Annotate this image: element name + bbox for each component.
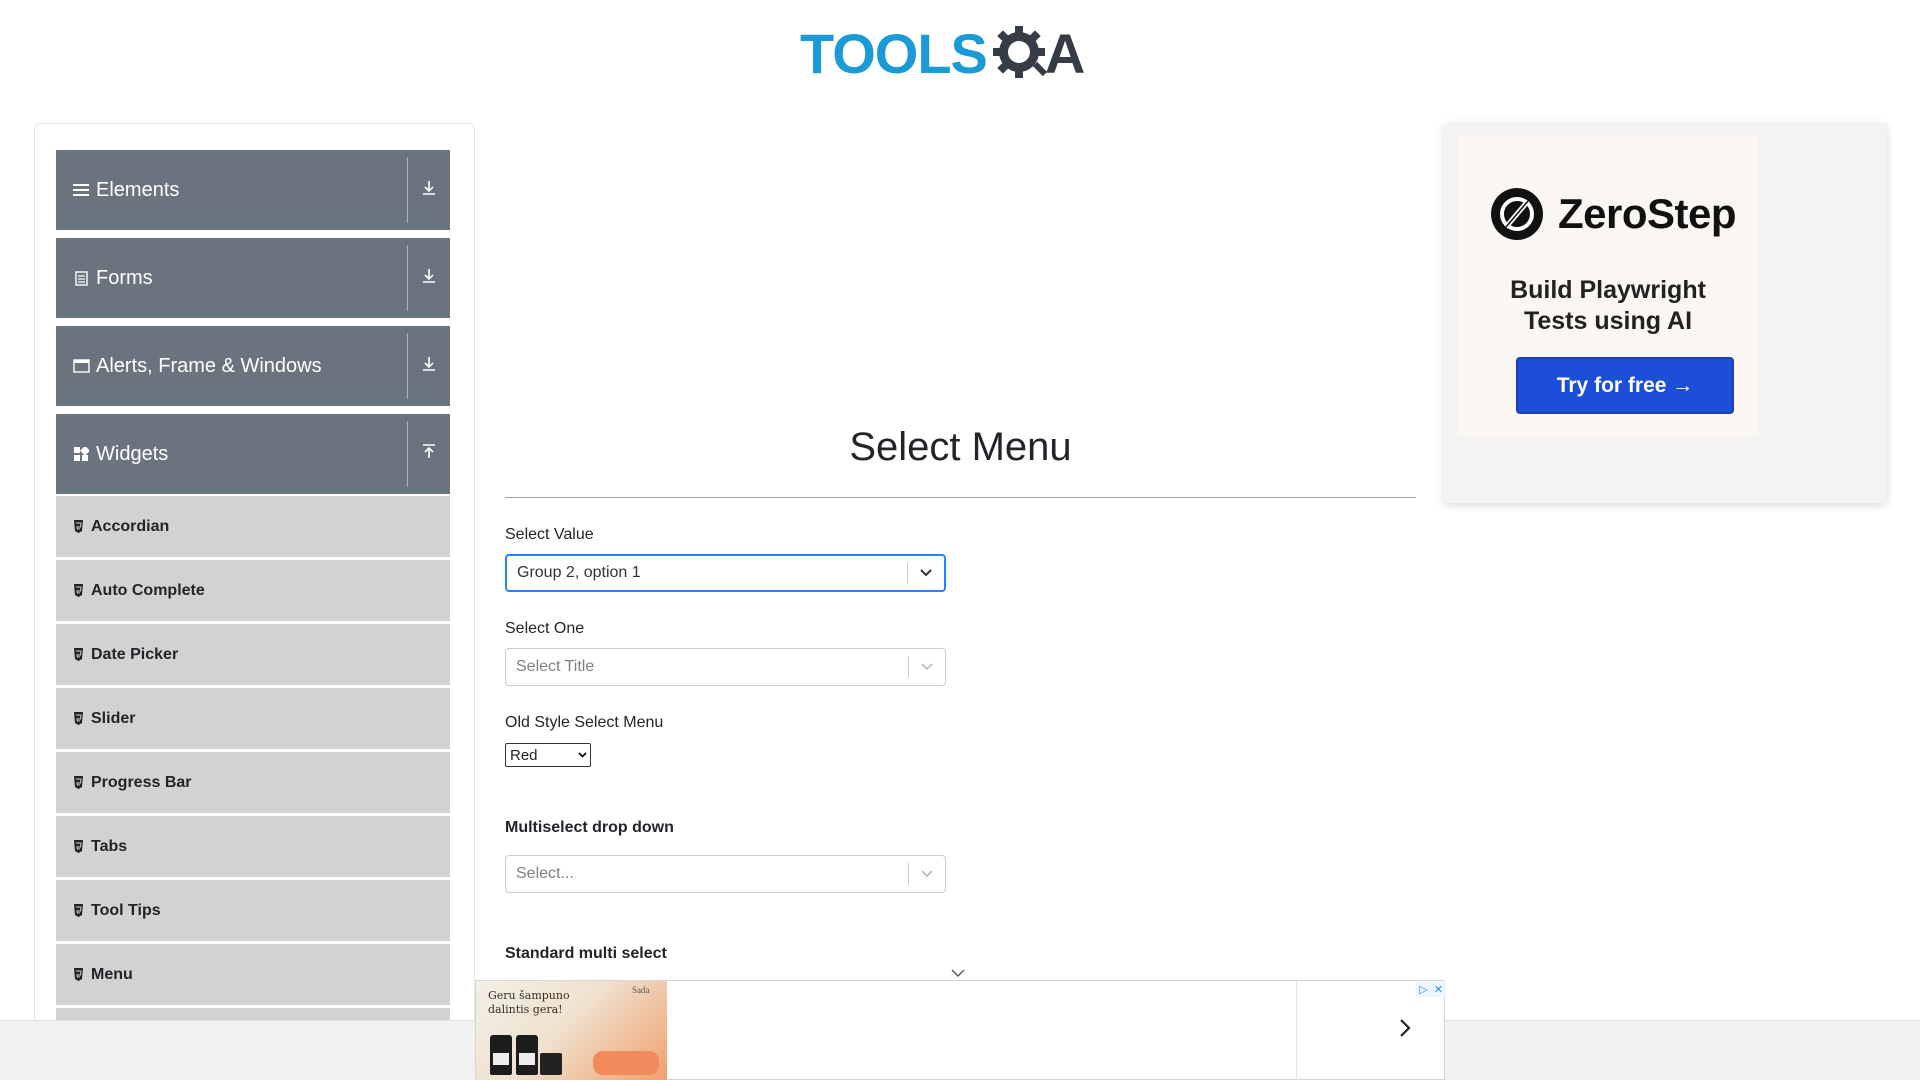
list-icon <box>72 181 90 199</box>
ad-card: ZeroStep Build Playwright Tests using AI… <box>1458 137 1758 437</box>
logo-text-a: A <box>1044 22 1086 85</box>
bottom-ad[interactable]: Geru šampuno dalintis gera! Sada ▷ ✕ <box>475 980 1446 1080</box>
html5-icon <box>72 712 84 726</box>
sidebar-item-label: Slider <box>91 709 136 727</box>
download-arrow-icon[interactable] <box>408 180 450 201</box>
chevron-right-icon[interactable] <box>1398 1017 1412 1043</box>
window-icon <box>72 357 90 375</box>
ad-brand: Sada <box>632 985 650 995</box>
sidebar-item-slider[interactable]: Slider <box>56 688 450 749</box>
download-arrow-icon[interactable] <box>408 356 450 377</box>
tagline-line-2: Tests using AI <box>1523 307 1693 335</box>
close-icon[interactable]: ✕ <box>1431 981 1446 997</box>
ad-badge <box>593 1051 659 1075</box>
old-style-select-value: Red <box>510 746 538 764</box>
toolsqa-logo[interactable]: TOOLS A <box>800 14 1125 94</box>
adchoices-controls[interactable]: ▷ ✕ <box>1416 981 1446 997</box>
select-value-current: Group 2, option 1 <box>517 564 641 581</box>
sidebar-group-label: Widgets <box>96 442 169 465</box>
sidebar-group-alerts-frame-windows[interactable]: Alerts, Frame & Windows <box>56 326 450 406</box>
zerostep-name: ZeroStep <box>1558 190 1737 237</box>
sidebar-item-label: Progress Bar <box>91 773 192 791</box>
sidebar-group-forms[interactable]: Forms <box>56 238 450 318</box>
try-for-free-button[interactable]: Try for free → <box>1516 357 1734 414</box>
chevron-down-icon <box>574 752 590 758</box>
sidebar-item-menu[interactable]: Menu <box>56 944 450 1005</box>
title-divider <box>505 497 1416 498</box>
multiselect-placeholder: Select... <box>516 865 574 882</box>
divider <box>1296 981 1297 1080</box>
html5-icon <box>72 968 84 982</box>
select-one-label: Select One <box>505 620 585 637</box>
sidebar-group-label: Forms <box>96 266 153 289</box>
sidebar-item-tool-tips[interactable]: Tool Tips <box>56 880 450 941</box>
adchoices-icon[interactable]: ▷ <box>1416 981 1431 997</box>
multiselect-dropdown[interactable]: Select... <box>505 855 946 893</box>
sidebar-item-auto-complete[interactable]: Auto Complete <box>56 560 450 621</box>
ad-image[interactable]: Geru šampuno dalintis gera! Sada <box>476 981 667 1080</box>
logo-text-tools: TOOLS <box>800 22 988 85</box>
page-title: Select Menu <box>849 425 1072 469</box>
gear-magnifier-icon <box>992 26 1047 78</box>
product-bottle <box>516 1035 538 1075</box>
html5-icon <box>72 904 84 918</box>
chevron-down-icon[interactable] <box>909 663 945 671</box>
select-one-placeholder: Select Title <box>516 658 595 675</box>
product-jar <box>540 1053 562 1075</box>
chevron-down-icon[interactable] <box>909 870 945 878</box>
sidebar-group-widgets[interactable]: Widgets <box>56 414 450 494</box>
select-one-dropdown[interactable]: Select Title <box>505 648 946 686</box>
sidebar-item-date-picker[interactable]: Date Picker <box>56 624 450 685</box>
html5-icon <box>72 648 84 662</box>
download-arrow-icon[interactable] <box>408 268 450 289</box>
old-style-select[interactable]: Red <box>505 743 591 767</box>
sidebar-item-label: Auto Complete <box>91 581 205 599</box>
sidebar-item-label: Menu <box>91 965 133 983</box>
sidebar-item-label: Tabs <box>91 837 128 855</box>
standard-multi-select-label: Standard multi select <box>505 945 667 962</box>
html5-icon <box>72 520 84 534</box>
chevron-down-icon[interactable] <box>908 569 944 577</box>
sidebar-item-accordian[interactable]: Accordian <box>56 496 450 557</box>
sidebar-item-label: Date Picker <box>91 645 179 663</box>
sidebar-group-label: Elements <box>96 178 180 201</box>
sidebar: Elements Forms Alerts, Frame & Windows W… <box>34 123 475 1063</box>
sidebar-group-label: Alerts, Frame & Windows <box>96 354 322 377</box>
form-icon <box>72 269 90 287</box>
ad-headline: Geru šampuno dalintis gera! <box>488 989 570 1016</box>
sidebar-item-progress-bar[interactable]: Progress Bar <box>56 752 450 813</box>
zerostep-brand: ZeroStep <box>1490 187 1737 241</box>
sidebar-item-label: Tool Tips <box>91 901 161 919</box>
upload-arrow-icon[interactable] <box>408 443 450 465</box>
zerostep-logo-icon <box>1491 188 1543 240</box>
html5-icon <box>72 776 84 790</box>
sidebar-item-label: Accordian <box>91 517 170 535</box>
select-value-dropdown[interactable]: Group 2, option 1 <box>505 554 946 592</box>
multiselect-label: Multiselect drop down <box>505 819 674 836</box>
widgets-icon <box>72 445 90 463</box>
html5-icon <box>72 584 84 598</box>
old-style-select-label: Old Style Select Menu <box>505 714 664 731</box>
html5-icon <box>72 840 84 854</box>
sidebar-group-elements[interactable]: Elements <box>56 150 450 230</box>
tagline-line-1: Build Playwright <box>1510 276 1706 304</box>
zerostep-ad[interactable]: ZeroStep Build Playwright Tests using AI… <box>1444 123 1887 503</box>
sidebar-item-tabs[interactable]: Tabs <box>56 816 450 877</box>
zerostep-tagline: Build Playwright Tests using AI <box>1458 275 1758 337</box>
select-value-label: Select Value <box>505 526 594 543</box>
product-bottle <box>490 1035 512 1075</box>
